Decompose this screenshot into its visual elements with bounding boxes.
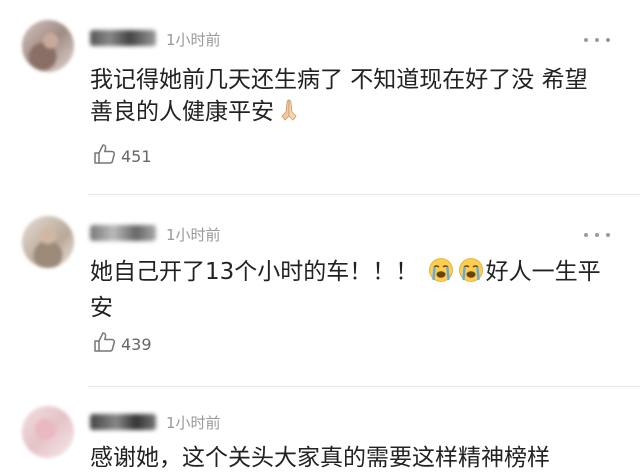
username-blurred[interactable] xyxy=(90,414,156,430)
avatar[interactable] xyxy=(22,406,74,458)
like-count: 451 xyxy=(121,146,152,166)
comment-time: 1小时前 xyxy=(166,226,221,244)
more-options-icon[interactable] xyxy=(584,31,610,49)
thumbs-up-icon xyxy=(93,143,117,169)
like-count: 439 xyxy=(121,334,152,354)
comment-text-before: 她自己开了13个小时的车！！！ xyxy=(90,259,419,285)
comment-text-body: 我记得她前几天还生病了 不知道现在好了没 希望善良的人健康平安 xyxy=(90,67,588,125)
like-button[interactable]: 439 xyxy=(93,331,152,357)
comment-text: 我记得她前几天还生病了 不知道现在好了没 希望善良的人健康平安 xyxy=(90,64,610,132)
avatar[interactable] xyxy=(22,216,74,268)
like-button[interactable]: 451 xyxy=(93,143,152,169)
more-options-icon[interactable] xyxy=(584,226,610,244)
comment-time: 1小时前 xyxy=(166,31,221,49)
loudly-crying-face-icon xyxy=(428,257,454,292)
comment-item: 1小时前 她自己开了13个小时的车！！！ 好人一生平安 439 xyxy=(0,194,640,386)
comment-item: 1小时前 感谢她，这个关头大家真的需要这样精神榜样 xyxy=(0,386,640,473)
avatar[interactable] xyxy=(22,20,74,72)
comment-text: 她自己开了13个小时的车！！！ 好人一生平安 xyxy=(90,256,610,324)
comment-time: 1小时前 xyxy=(166,414,221,432)
username-blurred[interactable] xyxy=(90,30,156,46)
thumbs-up-icon xyxy=(93,331,117,357)
comment-text-body: 感谢她，这个关头大家真的需要这样精神榜样 xyxy=(90,445,550,471)
comment-item: 1小时前 我记得她前几天还生病了 不知道现在好了没 希望善良的人健康平安 451 xyxy=(0,0,640,194)
loudly-crying-face-icon xyxy=(458,257,484,292)
folded-hands-icon xyxy=(276,97,302,132)
comment-text: 感谢她，这个关头大家真的需要这样精神榜样 xyxy=(90,442,610,474)
username-blurred[interactable] xyxy=(90,225,156,241)
